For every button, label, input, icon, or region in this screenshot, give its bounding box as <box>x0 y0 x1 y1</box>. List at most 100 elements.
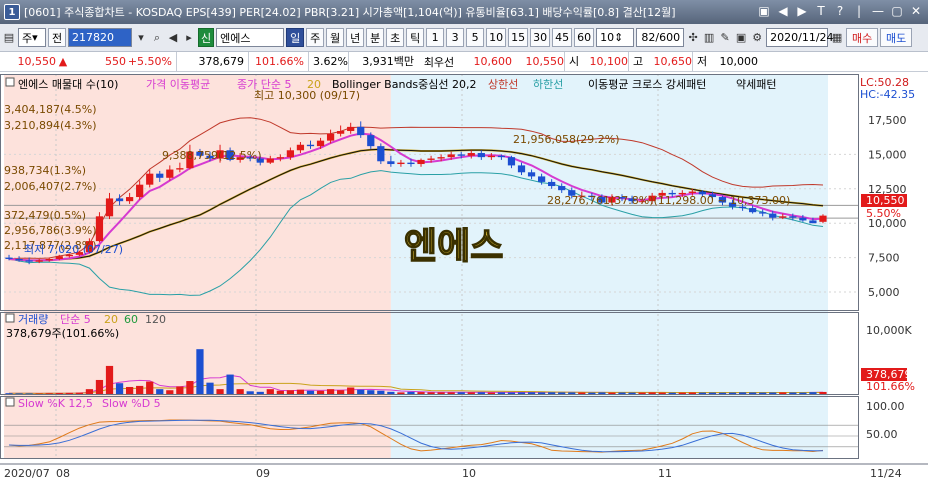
stock-name-input[interactable]: 엔에스 <box>216 28 285 47</box>
volume-bar <box>588 392 596 394</box>
close-icon[interactable]: ✕ <box>908 2 924 20</box>
dropdown-icon[interactable]: ▾ <box>134 31 148 44</box>
volume-bar <box>246 391 254 394</box>
volume-bar <box>256 391 264 394</box>
crosshair-icon[interactable]: ✣ <box>686 31 700 44</box>
volume-bar <box>769 392 777 394</box>
custom-interval-value: 10 <box>600 31 615 44</box>
sell-button[interactable]: 매도 <box>880 28 913 47</box>
date-axis: 2020/07 08 09 10 11 11/24 <box>4 467 902 480</box>
volume-bar <box>678 392 686 394</box>
candle-body <box>527 172 536 177</box>
volume-bar <box>196 349 204 394</box>
text-tool-icon[interactable]: T <box>813 2 829 20</box>
volume-bar <box>105 365 114 394</box>
arrow-left-icon[interactable]: ◀ <box>775 2 791 20</box>
period-minute-button[interactable]: 분 <box>366 28 385 47</box>
legend-box-icon <box>5 313 15 323</box>
volume-bar <box>598 392 606 394</box>
date-axis-current: 11/24 <box>870 467 902 480</box>
period-week-button[interactable]: 주 <box>306 28 325 47</box>
volume-bar <box>226 374 234 394</box>
stock-chart[interactable]: 엔에스 엔에스 매물대 수(10) 가격 이동평균 종가 단순 5 20 Bol… <box>0 72 928 486</box>
menu-icon[interactable]: ▤ <box>2 31 16 44</box>
legend-slow-k: Slow %K 12,5 <box>18 397 93 410</box>
candle-body <box>136 184 144 198</box>
current-price-tag-text: 10,550 <box>866 194 905 207</box>
period-day-button[interactable]: 일 <box>286 28 305 47</box>
candle-body <box>5 257 13 259</box>
period-month-button[interactable]: 월 <box>326 28 345 47</box>
price-axis-tick: 5,000 <box>868 286 900 299</box>
candle-body <box>688 191 696 193</box>
legend-box-icon <box>5 397 15 407</box>
candle-body <box>417 159 425 165</box>
data-count-input[interactable]: 82/600 <box>636 28 685 47</box>
draw-icon[interactable]: ✎ <box>718 31 732 44</box>
buy-button[interactable]: 매수 <box>846 28 879 47</box>
layout-icon[interactable]: ▣ <box>756 2 772 20</box>
volume-bar <box>759 392 767 394</box>
maximize-icon[interactable]: ▢ <box>889 2 905 20</box>
volume-bar <box>337 390 345 394</box>
chevron-down-icon: ▾ <box>32 31 38 44</box>
candle-body <box>326 133 335 141</box>
separator-icon: | <box>856 4 862 18</box>
speaker-icon[interactable]: ◀ <box>166 31 180 44</box>
candle-body <box>286 150 295 158</box>
volume-bar <box>437 392 445 394</box>
legend-volume: 거래량 <box>18 313 48 326</box>
candle-body <box>347 126 355 132</box>
interval-5-button[interactable]: 5 <box>466 28 485 47</box>
arrow-right-icon[interactable]: ▶ <box>794 2 810 20</box>
interval-1-button[interactable]: 1 <box>426 28 445 47</box>
volume-bar <box>749 392 757 394</box>
candle-body <box>487 155 495 158</box>
candle-body <box>809 220 817 224</box>
volume-bar <box>407 391 415 394</box>
market-select[interactable]: 주 ▾ <box>18 28 46 47</box>
period-year-button[interactable]: 년 <box>346 28 365 47</box>
candle-body <box>105 198 114 217</box>
volume-bar <box>206 382 214 394</box>
period-tick-button[interactable]: 틱 <box>406 28 425 47</box>
volume-bar <box>357 389 365 394</box>
interval-30-button[interactable]: 30 <box>530 28 551 47</box>
date-input[interactable]: 2020/11/24 <box>766 28 834 47</box>
custom-interval-input[interactable]: 10 ⇕ <box>596 28 635 47</box>
date-label: 11 <box>658 467 672 480</box>
change-rate: +5.50% <box>127 55 172 68</box>
gear-icon[interactable]: ⚙ <box>750 31 764 44</box>
date-label: 09 <box>256 467 270 480</box>
candle-body <box>306 144 315 147</box>
expand-icon[interactable]: ▸ <box>182 31 196 44</box>
volume-bar <box>316 390 325 394</box>
interval-60-button[interactable]: 60 <box>574 28 595 47</box>
calendar-icon[interactable]: ▦ <box>830 31 844 44</box>
interval-45-button[interactable]: 45 <box>552 28 573 47</box>
interval-15-button[interactable]: 15 <box>508 28 529 47</box>
candle-body <box>337 131 345 134</box>
volume-value: 378,679 <box>176 51 248 72</box>
period-second-button[interactable]: 초 <box>386 28 405 47</box>
candle-body <box>156 173 164 178</box>
minimize-icon[interactable]: — <box>870 2 886 20</box>
save-icon[interactable]: ▣ <box>734 31 748 44</box>
volume-axis-tick: 10,000K <box>866 324 912 337</box>
candle-body <box>517 165 526 173</box>
prev-button[interactable]: 전 <box>48 28 66 47</box>
vp-label: 2,006,407(2.7%) <box>4 180 97 193</box>
interval-10-button[interactable]: 10 <box>486 28 507 47</box>
interval-3-button[interactable]: 3 <box>446 28 465 47</box>
help-icon[interactable]: ? <box>832 2 848 20</box>
volume-bar <box>708 392 717 394</box>
window-number-badge[interactable]: 1 <box>4 4 20 20</box>
search-icon[interactable]: ⌕ <box>150 31 164 45</box>
volume-bar <box>276 390 284 394</box>
stock-code-input[interactable]: 217820 <box>68 28 132 47</box>
best-quote-label: 최우선 <box>423 55 455 69</box>
candle-body <box>437 157 445 159</box>
candle-body <box>819 215 827 222</box>
bar-tool-icon[interactable]: ▥ <box>702 31 716 44</box>
candle-body <box>497 155 506 158</box>
